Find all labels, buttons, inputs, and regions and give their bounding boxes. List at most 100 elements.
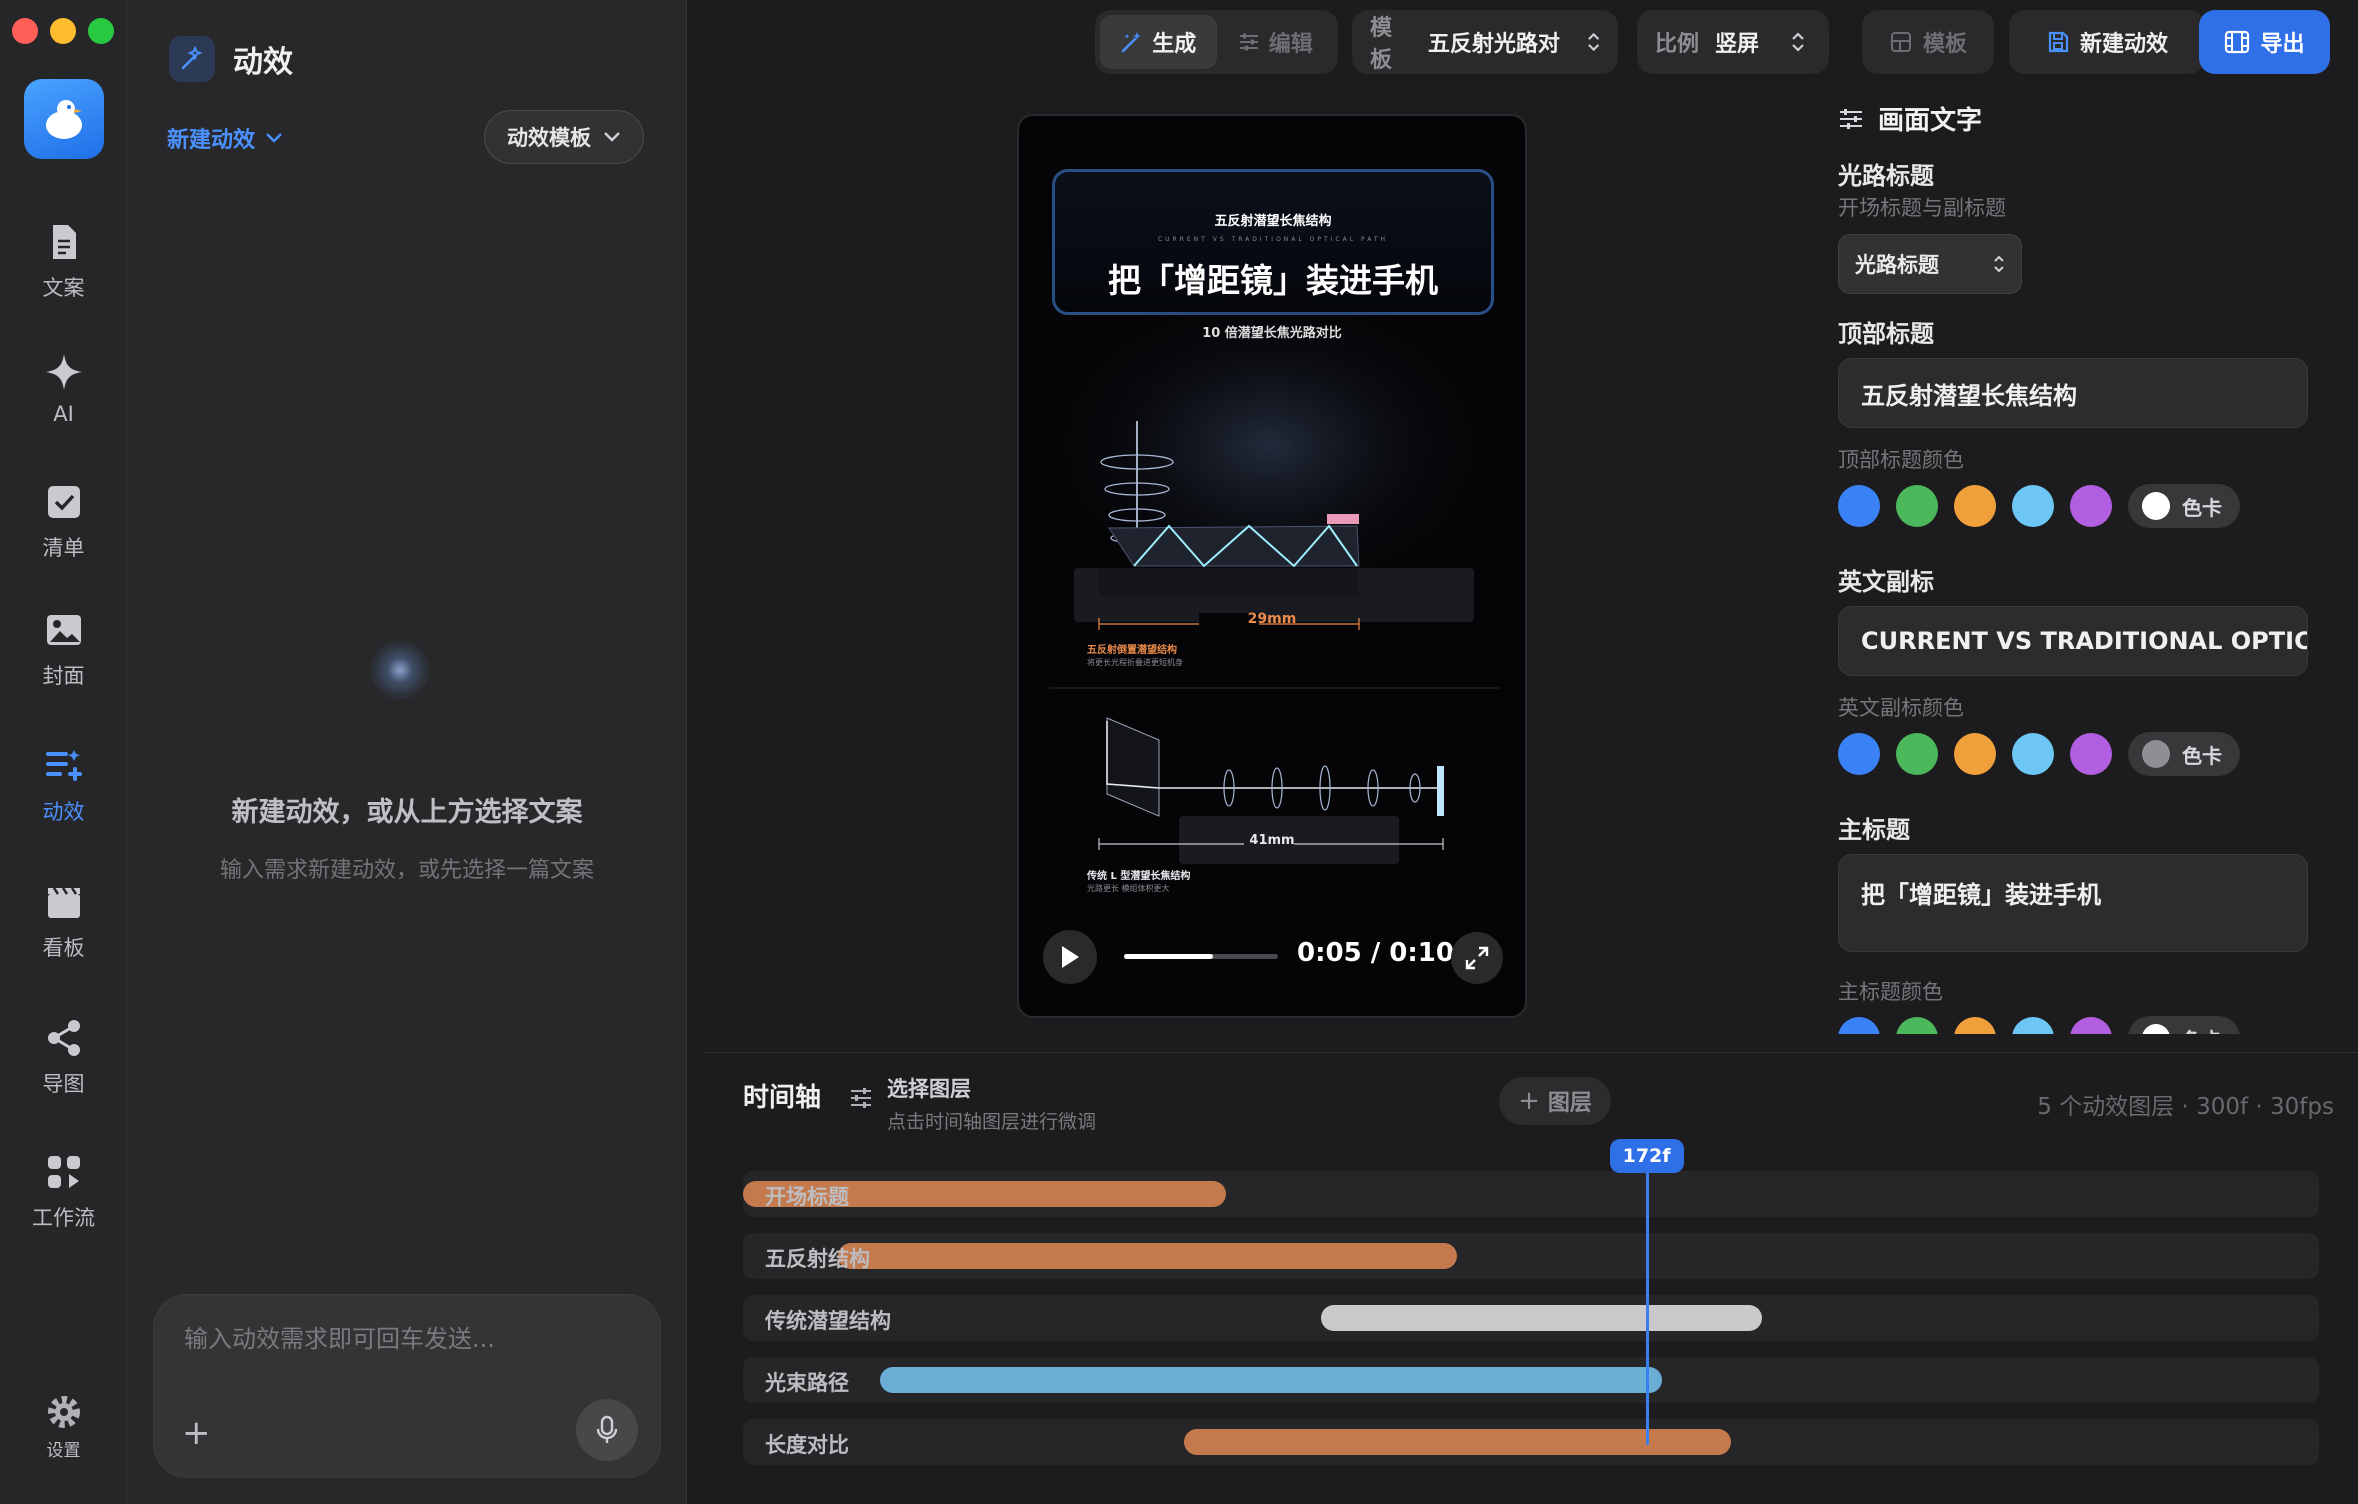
ratio-select-value: 竖屏 xyxy=(1715,32,1760,57)
sidebar-item-document[interactable]: 文案 xyxy=(0,222,127,322)
attach-plus-icon[interactable]: + xyxy=(182,1413,211,1453)
color-card-label: 色卡 xyxy=(2182,1024,2222,1035)
color-card-dot xyxy=(2142,1024,2170,1034)
share-icon xyxy=(47,1020,80,1056)
gear-icon xyxy=(47,1396,80,1428)
video-preview[interactable]: 五反射潜望长焦结构 CURRENT VS TRADITIONAL OPTICAL… xyxy=(1017,114,1527,1018)
panel-title: 动效 xyxy=(233,45,293,80)
tab-generate[interactable]: 生成 xyxy=(1100,15,1217,69)
sidebar-item-workflow[interactable]: 工作流 xyxy=(0,1152,127,1252)
seek-bar[interactable] xyxy=(1124,954,1278,959)
empty-state-subtitle: 输入需求新建动效，或先选择一篇文案 xyxy=(219,858,594,883)
minimize-window-button[interactable] xyxy=(50,18,76,44)
sidebar-item-board[interactable]: 看板 xyxy=(0,882,127,982)
timeline-track[interactable]: 光束路径 xyxy=(743,1357,2319,1403)
tab-generate-label: 生成 xyxy=(1152,32,1197,57)
color-swatch-green[interactable] xyxy=(1896,485,1938,527)
empty-state-title: 新建动效，或从上方选择文案 xyxy=(231,797,583,828)
preview-label-traditional-sub: 光路更长 模组体积更大 xyxy=(1087,884,1170,893)
prompt-input[interactable] xyxy=(184,1325,624,1353)
color-swatch-blue[interactable] xyxy=(1838,1017,1880,1034)
sidebar-item-checklist[interactable]: 清单 xyxy=(0,482,127,582)
track-bar[interactable] xyxy=(837,1243,1458,1269)
color-swatch-blue[interactable] xyxy=(1838,485,1880,527)
color-swatch-orange[interactable] xyxy=(1954,733,1996,775)
mic-button[interactable] xyxy=(576,1399,638,1461)
color-card-button[interactable]: 色卡 xyxy=(2128,732,2240,776)
prompt-box: + xyxy=(153,1294,661,1478)
timeline-playhead[interactable] xyxy=(1645,1143,1649,1445)
en-subtitle-input[interactable]: CURRENT VS TRADITIONAL OPTICA xyxy=(1838,606,2308,676)
ratio-select[interactable]: 比例 竖屏 xyxy=(1637,10,1829,74)
sidebar-item-label: AI xyxy=(53,402,74,426)
main-title-input[interactable]: 把「增距镜」装进手机 xyxy=(1838,854,2308,952)
track-bar[interactable] xyxy=(1184,1429,1731,1455)
image-icon xyxy=(46,615,81,645)
motion-template-button[interactable]: 动效模板 xyxy=(484,110,644,164)
color-swatch-purple[interactable] xyxy=(2070,733,2112,775)
motion-icon xyxy=(45,750,82,781)
sidebar-item-ai[interactable]: AI xyxy=(0,352,127,452)
plus-icon: + xyxy=(1518,1086,1540,1116)
track-bar[interactable] xyxy=(1320,1305,1763,1331)
timeline-track[interactable]: 长度对比 xyxy=(743,1419,2319,1465)
preview-label-five-reflect-sub: 将更长光程折叠进更短机身 xyxy=(1087,658,1183,667)
en-subtitle-color-label: 英文副标颜色 xyxy=(1838,696,1964,720)
sliders-icon xyxy=(1840,108,1862,129)
maximize-window-button[interactable] xyxy=(88,18,114,44)
track-bar[interactable] xyxy=(879,1367,1663,1393)
color-swatch-green[interactable] xyxy=(1896,733,1938,775)
track-label: 长度对比 xyxy=(765,1433,849,1457)
sidebar-item-cover[interactable]: 封面 xyxy=(0,610,127,710)
add-layer-label: 图层 xyxy=(1547,1091,1592,1116)
timeline-track[interactable]: 开场标题 xyxy=(743,1171,2319,1217)
color-swatch-sky[interactable] xyxy=(2012,1017,2054,1034)
tab-edit[interactable]: 编辑 xyxy=(1217,15,1334,69)
sliders-icon xyxy=(851,1088,871,1108)
app-logo xyxy=(24,79,104,159)
sidebar-item-label: 导图 xyxy=(42,1072,85,1096)
color-swatch-sky[interactable] xyxy=(2012,485,2054,527)
export-label: 导出 xyxy=(2260,32,2305,57)
select-layer-hint[interactable]: 选择图层 点击时间轴图层进行微调 xyxy=(849,1073,1096,1134)
color-swatch-blue[interactable] xyxy=(1838,733,1880,775)
template-select[interactable]: 模板 五反射光路对 xyxy=(1352,10,1618,74)
color-swatch-sky[interactable] xyxy=(2012,733,2054,775)
close-window-button[interactable] xyxy=(12,18,38,44)
timeline-track[interactable]: 五反射结构 xyxy=(743,1233,2319,1279)
sidebar-item-motion[interactable]: 动效 xyxy=(0,746,127,846)
title-type-value: 光路标题 xyxy=(1855,253,1939,277)
play-button[interactable] xyxy=(1043,930,1097,984)
new-motion-dropdown[interactable]: 新建动效 xyxy=(167,122,283,154)
sidebar-item-mindmap[interactable]: 导图 xyxy=(0,1018,127,1118)
color-card-button[interactable]: 色卡 xyxy=(2128,484,2240,528)
sidebar-item-label: 封面 xyxy=(42,664,85,688)
add-layer-button[interactable]: + 图层 xyxy=(1499,1077,1611,1125)
track-label: 开场标题 xyxy=(765,1185,849,1209)
timeline-meta: 5 个动效图层 · 300f · 30fps xyxy=(2037,1094,2334,1120)
microphone-icon xyxy=(596,1415,618,1443)
sidebar-item-label: 清单 xyxy=(42,536,85,560)
title-type-select[interactable]: 光路标题 xyxy=(1838,234,2022,294)
color-swatch-orange[interactable] xyxy=(1954,485,1996,527)
sparkle-icon xyxy=(45,354,82,390)
layout-template-button[interactable]: 模板 xyxy=(1862,10,1994,74)
color-swatch-green[interactable] xyxy=(1896,1017,1938,1034)
seek-progress xyxy=(1124,954,1214,959)
color-swatch-purple[interactable] xyxy=(2070,485,2112,527)
template-select-label: 模板 xyxy=(1370,16,1393,73)
color-swatch-orange[interactable] xyxy=(1954,1017,1996,1034)
fullscreen-button[interactable] xyxy=(1451,932,1503,984)
mode-segmented-control: 生成 编辑 xyxy=(1095,10,1338,74)
export-button[interactable]: 导出 xyxy=(2199,10,2330,74)
top-title-input[interactable]: 五反射潜望长焦结构 xyxy=(1838,358,2308,428)
color-swatch-purple[interactable] xyxy=(2070,1017,2112,1034)
playback-time: 0:05 / 0:10 xyxy=(1297,938,1454,968)
color-card-button[interactable]: 色卡 xyxy=(2128,1016,2240,1034)
timeline-track[interactable]: 传统潜望结构 xyxy=(743,1295,2319,1341)
main-title-color-swatches: 色卡 xyxy=(1838,1016,2240,1034)
playhead-frame-badge[interactable]: 172f xyxy=(1609,1139,1684,1173)
settings-button[interactable]: 设置 xyxy=(0,1392,127,1492)
new-effect-button[interactable]: 新建动效 xyxy=(2009,10,2205,74)
checklist-icon xyxy=(47,486,80,518)
